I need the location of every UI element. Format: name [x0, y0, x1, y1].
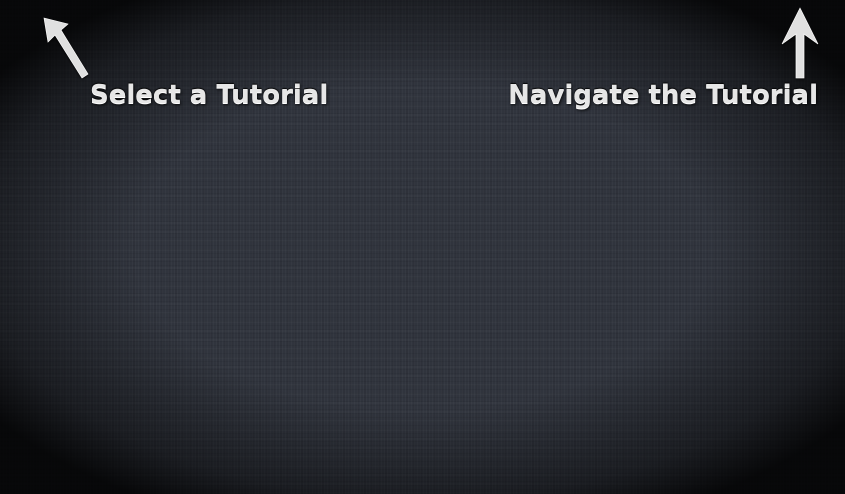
- select-tutorial-hint: Select a Tutorial: [90, 80, 329, 110]
- linen-background: [0, 0, 845, 494]
- arrow-up-left-icon: [43, 17, 89, 79]
- navigate-tutorial-hint: Navigate the Tutorial: [508, 80, 818, 110]
- arrow-up-icon: [781, 7, 819, 79]
